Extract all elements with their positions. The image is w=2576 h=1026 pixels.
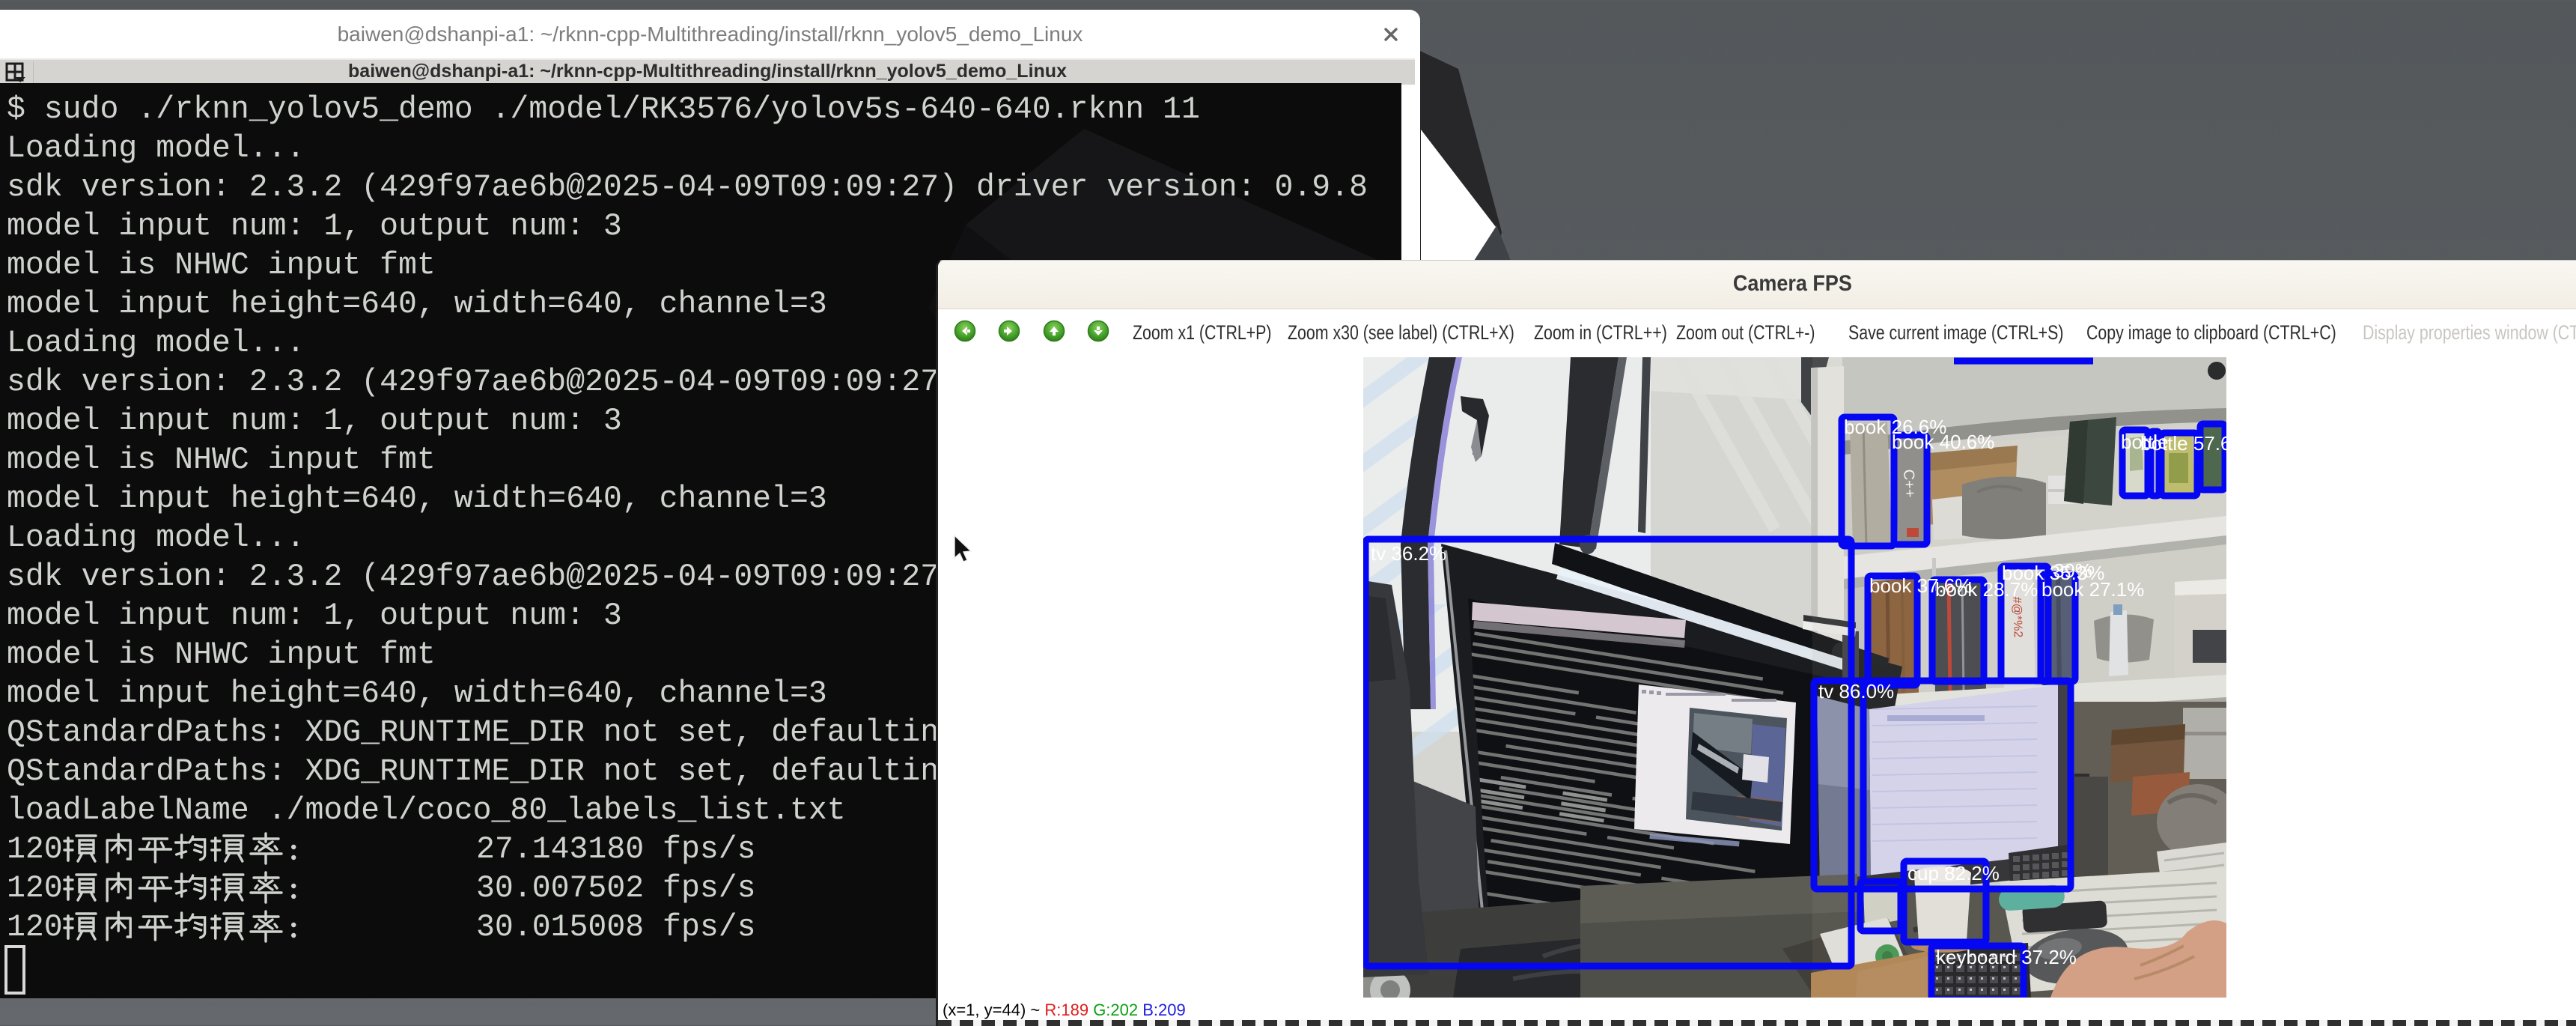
svg-text:bottle 57.6%: bottle 57.6% [2140,432,2226,455]
svg-text:tv 36.2%: tv 36.2% [1371,542,1446,565]
svg-text:keyboard 37.2%: keyboard 37.2% [1936,946,2077,968]
svg-text:tv 86.0%: tv 86.0% [1818,680,1894,702]
svg-text:book 27.1%: book 27.1% [2041,578,2144,601]
svg-text:cup 82.2%: cup 82.2% [1907,862,2000,884]
svg-text:book 40.6%: book 40.6% [1892,431,1994,453]
